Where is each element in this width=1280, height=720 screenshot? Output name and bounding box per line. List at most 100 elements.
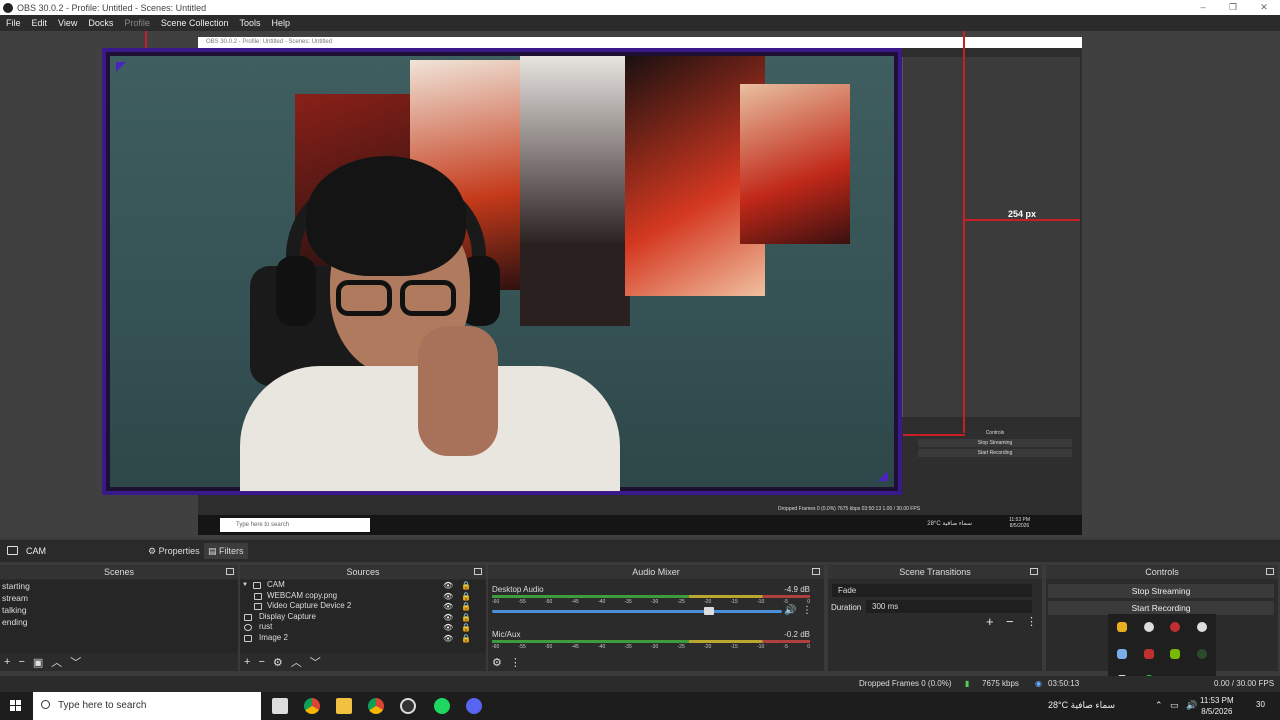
menu-docks[interactable]: Docks (88, 18, 113, 28)
source-item[interactable]: Display Capture 👁 🔒 (240, 612, 486, 623)
add-transition-button[interactable]: + (986, 614, 994, 629)
scene-filters-button[interactable]: ▣ (33, 656, 43, 669)
source-properties-button[interactable]: ⚙ (273, 656, 283, 669)
stream-time: 03:50:13 (1048, 679, 1080, 688)
tick: -50 (545, 644, 553, 650)
undock-icon[interactable] (1266, 568, 1274, 575)
menu-file[interactable]: File (6, 18, 21, 28)
visibility-eye-icon[interactable]: 👁 (443, 634, 453, 645)
advanced-audio-icon[interactable]: ⚙ (492, 656, 502, 669)
volume-icon[interactable]: 🔊 (1186, 700, 1197, 711)
duration-label: Duration (831, 603, 862, 612)
undock-icon[interactable] (1030, 568, 1038, 575)
nvidia-icon[interactable] (1170, 649, 1180, 659)
more-options-icon[interactable]: ⋮ (802, 605, 812, 616)
notification-badge[interactable]: 30 (1256, 700, 1265, 709)
window-title: OBS 30.0.2 - Profile: Untitled - Scenes:… (17, 2, 207, 13)
tray-app-icon[interactable] (1117, 622, 1127, 632)
chevron-up-icon[interactable]: ⌃ (1155, 700, 1163, 711)
guide-line-vertical (963, 31, 965, 433)
network-icon[interactable]: ▭ (1170, 700, 1179, 711)
move-up-button[interactable]: ︿ (51, 654, 62, 670)
filters-label: Filters (219, 546, 244, 556)
tray-app-icon[interactable] (1144, 649, 1154, 659)
add-scene-button[interactable]: + (4, 656, 10, 668)
mixer-menu-icon[interactable]: ⋮ (510, 656, 521, 669)
move-down-button[interactable]: ﹀ (70, 654, 81, 670)
volume-meter (492, 640, 810, 643)
source-item[interactable]: Image 2 👁 🔒 (240, 633, 486, 644)
undock-icon[interactable] (226, 568, 234, 575)
stop-streaming-button[interactable]: Stop Streaming (1048, 584, 1274, 598)
taskbar-search[interactable]: Type here to search (33, 692, 261, 720)
obs-taskbar-icon[interactable] (400, 698, 416, 714)
restore-button[interactable]: ❐ (1218, 0, 1248, 15)
spotify-icon[interactable] (434, 698, 450, 714)
source-item[interactable]: Video Capture Device 2 👁 🔒 (240, 601, 486, 612)
menu-help[interactable]: Help (271, 18, 290, 28)
transition-menu-icon[interactable]: ⋮ (1026, 615, 1037, 628)
audio-mixer-title: Audio Mixer (632, 567, 680, 577)
undock-icon[interactable] (812, 568, 820, 575)
scene-info-bar: CAM ⚙ Properties ▤ Filters (0, 540, 1280, 562)
volume-slider[interactable] (492, 607, 782, 615)
windows-start-icon[interactable] (10, 700, 22, 712)
menu-scene-collection[interactable]: Scene Collection (161, 18, 229, 28)
file-explorer-icon[interactable] (336, 698, 352, 714)
sources-toolbar: + − ⚙ ︿ ﹀ (240, 653, 486, 671)
discord-icon[interactable] (466, 698, 482, 714)
inner-clock-date: 8/5/2026 (1009, 523, 1030, 529)
tray-app-icon[interactable] (1197, 649, 1207, 659)
undock-icon[interactable] (474, 568, 482, 575)
menu-tools[interactable]: Tools (239, 18, 260, 28)
controls-title: Controls (1145, 567, 1179, 577)
move-down-button[interactable]: ﹀ (310, 654, 321, 670)
remove-scene-button[interactable]: − (18, 656, 24, 668)
start-recording-button[interactable]: Start Recording (1048, 601, 1274, 615)
steam-icon[interactable] (1117, 649, 1127, 659)
lock-icon[interactable]: 🔒 (461, 634, 471, 645)
preview-area[interactable]: OBS 30.0.2 - Profile: Untitled - Scenes:… (0, 31, 1280, 538)
chrome-icon[interactable] (368, 698, 384, 714)
stream-icon: ◉ (1035, 679, 1042, 688)
task-view-icon[interactable] (272, 698, 288, 714)
slider-handle[interactable] (704, 607, 714, 615)
scene-item[interactable]: starting (0, 580, 238, 592)
source-item[interactable]: rust 👁 🔒 (240, 622, 486, 633)
speaker-icon[interactable]: 🔊 (784, 605, 796, 616)
taskbar-weather[interactable]: 28°C سماء صافية (1048, 700, 1115, 711)
menu-profile[interactable]: Profile (124, 18, 150, 28)
tray-app-icon[interactable] (1170, 622, 1180, 632)
add-source-button[interactable]: + (244, 656, 250, 668)
properties-button[interactable]: ⚙ Properties (144, 543, 204, 559)
menu-edit[interactable]: Edit (32, 18, 48, 28)
webcam-source-frame[interactable] (102, 48, 902, 495)
tick: -5 (783, 644, 788, 650)
scene-item[interactable]: talking (0, 604, 238, 616)
close-button[interactable]: ✕ (1249, 0, 1279, 15)
tick: -20 (704, 644, 712, 650)
duration-field[interactable]: 300 ms (866, 600, 1032, 613)
tick: -55 (518, 599, 526, 605)
menu-view[interactable]: View (58, 18, 77, 28)
remove-transition-button[interactable]: − (1006, 614, 1014, 629)
scene-item[interactable]: stream (0, 592, 238, 604)
source-item[interactable]: ▼ CAM 👁 🔒 (240, 580, 486, 591)
filters-button[interactable]: ▤ Filters (204, 543, 248, 559)
expand-arrow-icon[interactable]: ▼ (242, 580, 248, 591)
taskbar-clock[interactable]: 11:53 PM 8/5/2026 (1200, 695, 1234, 717)
remove-source-button[interactable]: − (258, 656, 264, 668)
glasses-right (400, 280, 456, 316)
move-up-button[interactable]: ︿ (291, 654, 302, 670)
inner-stop-streaming: Stop Streaming (918, 439, 1072, 447)
source-item[interactable]: WEBCAM copy.png 👁 🔒 (240, 591, 486, 602)
tray-app-icon[interactable] (1197, 622, 1207, 632)
person-hair (306, 156, 466, 276)
tray-app-icon[interactable] (1144, 622, 1154, 632)
transition-select[interactable]: Fade (832, 584, 1032, 597)
scene-item[interactable]: ending (0, 616, 238, 628)
transitions-body: Fade Duration 300 ms + − ⋮ (828, 580, 1042, 653)
minimize-button[interactable]: – (1188, 0, 1218, 15)
chrome-icon[interactable] (304, 698, 320, 714)
scene-transitions-header: Scene Transitions (828, 565, 1042, 579)
